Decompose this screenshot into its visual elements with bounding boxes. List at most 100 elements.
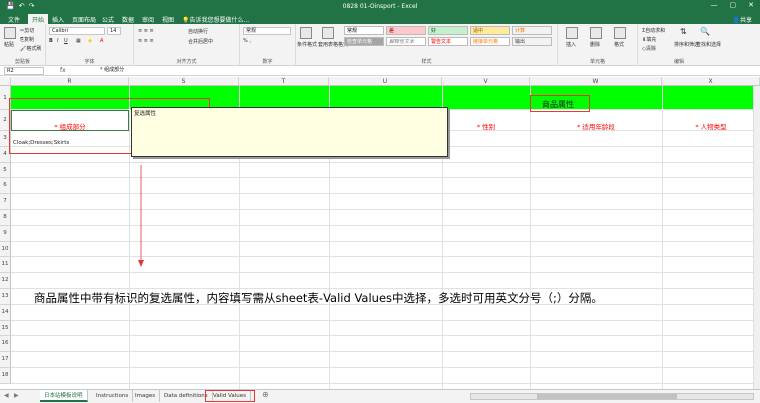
row-header[interactable]: 5 xyxy=(0,162,11,179)
delete-cells-button[interactable]: 删除 xyxy=(590,41,600,48)
paste-button[interactable]: 粘贴 xyxy=(4,41,14,48)
find-select-button[interactable]: 查找和选择 xyxy=(696,41,721,48)
sheet-tab-jp-template[interactable]: 日本站模板说明 xyxy=(40,390,88,402)
close-button[interactable]: ✕ xyxy=(748,1,754,9)
tab-data[interactable]: 数据 xyxy=(118,14,138,24)
tab-formulas[interactable]: 公式 xyxy=(98,14,118,24)
row-divider xyxy=(11,382,760,384)
border-icon[interactable]: ▦ xyxy=(76,38,81,44)
sheet-tab-images[interactable]: Images xyxy=(131,390,161,402)
cell-v2-gender[interactable]: * 性别 xyxy=(442,121,530,131)
font-name-dropdown[interactable]: Calibri xyxy=(49,27,105,35)
bold-button[interactable]: B xyxy=(49,38,53,44)
tab-page-layout[interactable]: 页面布局 xyxy=(68,14,100,24)
style-normal[interactable]: 常规 xyxy=(344,26,384,35)
align-top-icon[interactable]: ≡ ≡ ≡ xyxy=(138,28,154,34)
row-header[interactable]: 17 xyxy=(0,352,11,368)
cut-button[interactable]: ✂剪切 xyxy=(20,27,34,34)
column-header-u[interactable]: U xyxy=(329,77,442,86)
format-cells-icon[interactable] xyxy=(614,27,626,39)
horizontal-scrollbar[interactable] xyxy=(470,393,754,400)
font-size-dropdown[interactable]: 14 xyxy=(107,27,121,35)
autosum-button[interactable]: Σ自动求和 xyxy=(642,27,665,34)
number-format-dropdown[interactable]: 常规 xyxy=(243,27,291,35)
fill-button[interactable]: ⬇填充 xyxy=(642,36,656,43)
arrow-down-icon xyxy=(138,165,144,267)
conditional-format-button[interactable]: 条件格式 xyxy=(297,41,317,48)
sort-filter-icon[interactable]: ⇅ xyxy=(680,27,687,36)
style-check-cell[interactable]: 检查单元格 xyxy=(344,37,384,46)
row-header[interactable]: 12 xyxy=(0,273,11,289)
style-linked[interactable]: 链接单元格 xyxy=(470,37,510,46)
wrap-text-button[interactable]: 自动换行 xyxy=(188,28,208,35)
merge-center-button[interactable]: 合并后居中 xyxy=(188,38,213,45)
column-header-v[interactable]: V xyxy=(442,77,530,86)
styles-group: 条件格式 套用表格格式 常规 差 好 适中 计算 检查单元格 解释性文本 警告文… xyxy=(296,24,558,66)
font-color-icon[interactable]: A xyxy=(100,38,103,44)
fx-icon[interactable]: fx xyxy=(60,67,66,74)
select-all-corner[interactable] xyxy=(0,77,11,86)
row-header[interactable]: 7 xyxy=(0,194,11,210)
fill-color-icon[interactable]: ◆ xyxy=(88,38,92,44)
style-good[interactable]: 好 xyxy=(428,26,468,35)
row-header[interactable]: 10 xyxy=(0,241,11,258)
row-header[interactable]: 8 xyxy=(0,210,11,226)
style-bad[interactable]: 差 xyxy=(386,26,426,35)
title-bar: 💾 ↶ ↷ 0828 01-Oinsport - Excel — ▢ ✕ xyxy=(0,0,760,13)
italic-button[interactable]: I xyxy=(57,38,58,44)
column-header-t[interactable]: T xyxy=(239,77,329,86)
sheet-tab-instructions[interactable]: Instructions xyxy=(92,390,134,402)
name-box[interactable]: R2 xyxy=(4,67,44,75)
table-format-icon[interactable] xyxy=(322,27,334,39)
cell-comment[interactable]: 复选属性 xyxy=(131,107,448,157)
horizontal-scroll-thumb[interactable] xyxy=(537,394,677,399)
style-output[interactable]: 输出 xyxy=(512,37,552,46)
add-sheet-icon[interactable]: ⊕ xyxy=(262,390,269,399)
tab-insert[interactable]: 插入 xyxy=(48,14,68,24)
insert-cells-button[interactable]: 插入 xyxy=(566,41,576,48)
formula-input[interactable]: * 组成部分 xyxy=(100,67,750,75)
row-header[interactable]: 13 xyxy=(0,289,11,305)
next-sheet-icon[interactable]: ▶ xyxy=(14,392,19,399)
format-cells-button[interactable]: 格式 xyxy=(614,41,624,48)
style-warning[interactable]: 警告文本 xyxy=(428,37,468,46)
format-painter-button[interactable]: 🖌格式刷 xyxy=(20,45,41,52)
style-calculation[interactable]: 计算 xyxy=(512,26,552,35)
paste-icon[interactable] xyxy=(4,27,16,39)
find-select-icon[interactable]: 🔍 xyxy=(700,27,710,36)
style-neutral[interactable]: 适中 xyxy=(470,26,510,35)
tab-review[interactable]: 审阅 xyxy=(138,14,158,24)
align-left-icon[interactable]: ≡ ≡ ≡ xyxy=(138,38,154,44)
row-header[interactable]: 11 xyxy=(0,257,11,274)
column-header-r[interactable]: R xyxy=(11,77,129,86)
row-header[interactable]: 9 xyxy=(0,225,11,242)
tell-me-input[interactable]: 💡告诉我您想要做什么... xyxy=(178,14,253,24)
tab-home[interactable]: 开始 xyxy=(28,14,49,24)
percent-icon[interactable]: % , xyxy=(243,38,251,44)
insert-cells-icon[interactable] xyxy=(566,27,578,39)
restore-button[interactable]: ▢ xyxy=(730,1,737,9)
column-header-w[interactable]: W xyxy=(530,77,662,86)
row-header[interactable]: 14 xyxy=(0,304,11,321)
conditional-format-icon[interactable] xyxy=(300,27,312,39)
row-header[interactable]: 15 xyxy=(0,320,11,337)
cell-x2-persona[interactable]: * 人物类型 xyxy=(662,121,760,131)
row-header[interactable]: 18 xyxy=(0,368,11,384)
column-header-s[interactable]: S xyxy=(129,77,239,86)
prev-sheet-icon[interactable]: ◀ xyxy=(4,392,9,399)
tab-file[interactable]: 文件 xyxy=(4,14,24,24)
share-button[interactable]: 👤共享 xyxy=(733,15,753,24)
cell-w2-age[interactable]: * 适用年龄段 xyxy=(530,121,662,131)
row-header[interactable]: 6 xyxy=(0,178,11,195)
tab-view[interactable]: 视图 xyxy=(158,14,178,24)
copy-button[interactable]: ⎘复制 xyxy=(20,36,34,43)
font-group-label: 字体 xyxy=(84,59,95,65)
vertical-scrollbar[interactable] xyxy=(753,86,760,389)
clear-button[interactable]: ◇清除 xyxy=(642,45,656,52)
delete-cells-icon[interactable] xyxy=(590,27,602,39)
column-header-x[interactable]: X xyxy=(662,77,760,86)
minimize-button[interactable]: — xyxy=(711,1,718,9)
underline-button[interactable]: U xyxy=(64,38,68,44)
row-header[interactable]: 16 xyxy=(0,336,11,353)
style-explanatory[interactable]: 解释性文本 xyxy=(386,37,426,46)
